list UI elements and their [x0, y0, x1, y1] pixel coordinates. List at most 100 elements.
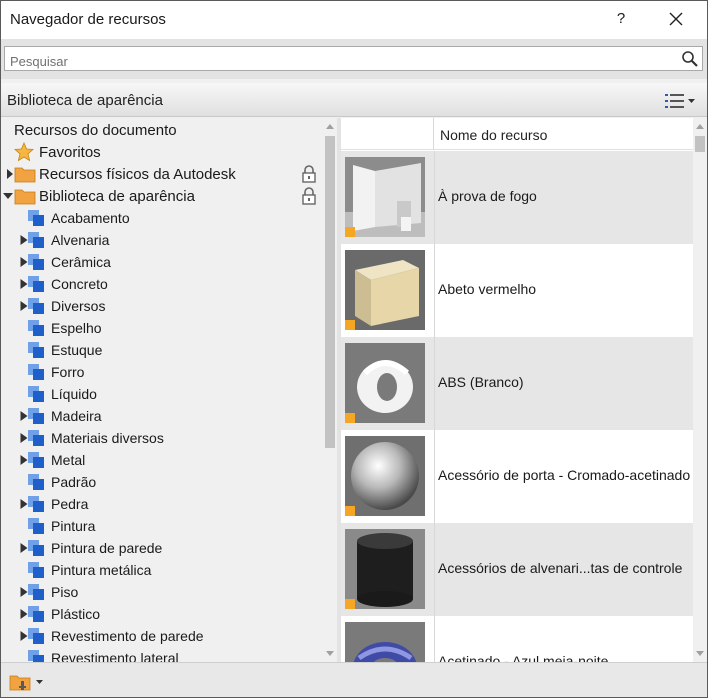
material-category-icon: [28, 518, 45, 538]
tree-item-document-resources[interactable]: Recursos do documento: [2, 119, 322, 141]
tree-item-category[interactable]: Diversos: [2, 295, 322, 317]
column-divider: [434, 337, 435, 430]
tree-item-label: Concreto: [51, 276, 108, 292]
scroll-down-icon[interactable]: [326, 651, 334, 656]
tree-item-label: Diversos: [51, 298, 106, 314]
warning-badge-icon: [345, 599, 355, 609]
asset-row[interactable]: Acetinado - Azul meia-noite: [341, 616, 693, 662]
help-button[interactable]: ?: [613, 8, 629, 30]
tree-item-favorites[interactable]: Favoritos: [2, 141, 322, 163]
folder-icon: [14, 165, 36, 187]
tree-item-label: Metal: [51, 452, 86, 468]
material-category-icon: [28, 408, 45, 428]
material-category-icon: [28, 430, 45, 450]
warning-badge-icon: [345, 320, 355, 330]
asset-name: ABS (Branco): [438, 374, 524, 390]
view-options-button[interactable]: [665, 91, 701, 111]
tree-item-category[interactable]: Padrão: [2, 471, 322, 493]
material-category-icon: [28, 628, 45, 648]
asset-row[interactable]: À prova de fogo: [341, 151, 693, 244]
tree-scrollbar[interactable]: [323, 118, 337, 662]
material-category-icon: [28, 254, 45, 274]
asset-row[interactable]: Abeto vermelho: [341, 244, 693, 337]
material-category-icon: [28, 584, 45, 604]
material-thumbnail: [345, 250, 425, 330]
material-category-icon: [28, 364, 45, 384]
tree-item-label: Espelho: [51, 320, 102, 336]
asset-list: Nome do recurso À prova de fogo Abeto ver…: [341, 118, 693, 662]
material-thumbnail: [345, 343, 425, 423]
material-category-icon: [28, 232, 45, 252]
tree-item-category[interactable]: Acabamento: [2, 207, 322, 229]
tree-item-autodesk-physical[interactable]: Recursos físicos da Autodesk: [2, 163, 322, 185]
tree-item-category[interactable]: Espelho: [2, 317, 322, 339]
tree-item-label: Líquido: [51, 386, 97, 402]
tree-item-label: Cerâmica: [51, 254, 111, 270]
tree-item-category[interactable]: Pedra: [2, 493, 322, 515]
column-divider: [434, 244, 435, 337]
tree-item-category[interactable]: Piso: [2, 581, 322, 603]
material-category-icon: [28, 474, 45, 494]
lock-icon: [300, 187, 318, 205]
tree-item-category[interactable]: Cerâmica: [2, 251, 322, 273]
warning-badge-icon: [345, 227, 355, 237]
list-scrollbar[interactable]: [693, 118, 707, 662]
tree-item-category[interactable]: Madeira: [2, 405, 322, 427]
name-column-header[interactable]: Nome do recurso: [440, 127, 547, 143]
tree-item-category[interactable]: Alvenaria: [2, 229, 322, 251]
scroll-down-icon[interactable]: [696, 651, 704, 656]
search-button[interactable]: [681, 50, 699, 68]
asset-row[interactable]: ABS (Branco): [341, 337, 693, 430]
column-divider: [434, 523, 435, 616]
warning-badge-icon: [345, 506, 355, 516]
tree-item-category[interactable]: Plástico: [2, 603, 322, 625]
asset-row[interactable]: Acessório de porta - Cromado-acetinado: [341, 430, 693, 523]
tree-item-category[interactable]: Revestimento de parede: [2, 625, 322, 647]
tree-item-category[interactable]: Metal: [2, 449, 322, 471]
tree-item-category[interactable]: Concreto: [2, 273, 322, 295]
tree-item-label: Piso: [51, 584, 79, 600]
tree-item-label: Pintura de parede: [51, 540, 163, 556]
tree-item-label: Pedra: [51, 496, 89, 512]
tree-item-label: Recursos do documento: [14, 122, 177, 139]
tree-item-category[interactable]: Pintura: [2, 515, 322, 537]
tree-item-category[interactable]: Líquido: [2, 383, 322, 405]
scrollbar-thumb[interactable]: [325, 136, 335, 448]
search-input[interactable]: [4, 46, 703, 71]
scrollbar-thumb[interactable]: [695, 136, 705, 152]
asset-name: Abeto vermelho: [438, 281, 537, 297]
tree-item-category[interactable]: Materiais diversos: [2, 427, 322, 449]
tree-item-category[interactable]: Estuque: [2, 339, 322, 361]
tree-item-appearance-library[interactable]: Biblioteca de aparência: [2, 185, 322, 207]
search-icon: [682, 51, 698, 67]
tree-item-category[interactable]: Pintura metálica: [2, 559, 322, 581]
column-divider: [434, 430, 435, 523]
warning-badge-icon: [345, 413, 355, 423]
tree-item-category[interactable]: Pintura de parede: [2, 537, 322, 559]
tree-item-label: Recursos físicos da Autodesk: [39, 166, 236, 183]
tree-item-label: Madeira: [51, 408, 102, 424]
material-category-icon: [28, 540, 45, 560]
thumbnail-column-header[interactable]: [341, 118, 434, 150]
library-title: Biblioteca de aparência: [7, 92, 163, 109]
tree-item-label: Acabamento: [51, 210, 130, 226]
tree-item-category[interactable]: Forro: [2, 361, 322, 383]
asset-name: Acessório de porta - Cromado-acetinado: [438, 467, 691, 483]
scroll-up-icon[interactable]: [696, 124, 704, 129]
close-icon: [669, 12, 683, 26]
folder-options-icon: [9, 675, 31, 691]
material-category-icon: [28, 650, 45, 662]
library-options-button[interactable]: [9, 672, 45, 692]
material-category-icon: [28, 386, 45, 406]
material-category-icon: [28, 210, 45, 230]
tree-item-category[interactable]: Revestimento lateral: [2, 647, 322, 662]
tree-item-label: Pintura metálica: [51, 562, 152, 578]
tree-item-label: Biblioteca de aparência: [39, 188, 195, 205]
collapse-arrow-icon[interactable]: [3, 191, 13, 201]
material-thumbnail: [345, 157, 425, 237]
scroll-up-icon[interactable]: [326, 124, 334, 129]
close-button[interactable]: [661, 5, 691, 33]
material-category-icon: [28, 298, 45, 318]
asset-row[interactable]: Acessórios de alvenari...tas de controle: [341, 523, 693, 616]
asset-name: À prova de fogo: [438, 188, 537, 204]
